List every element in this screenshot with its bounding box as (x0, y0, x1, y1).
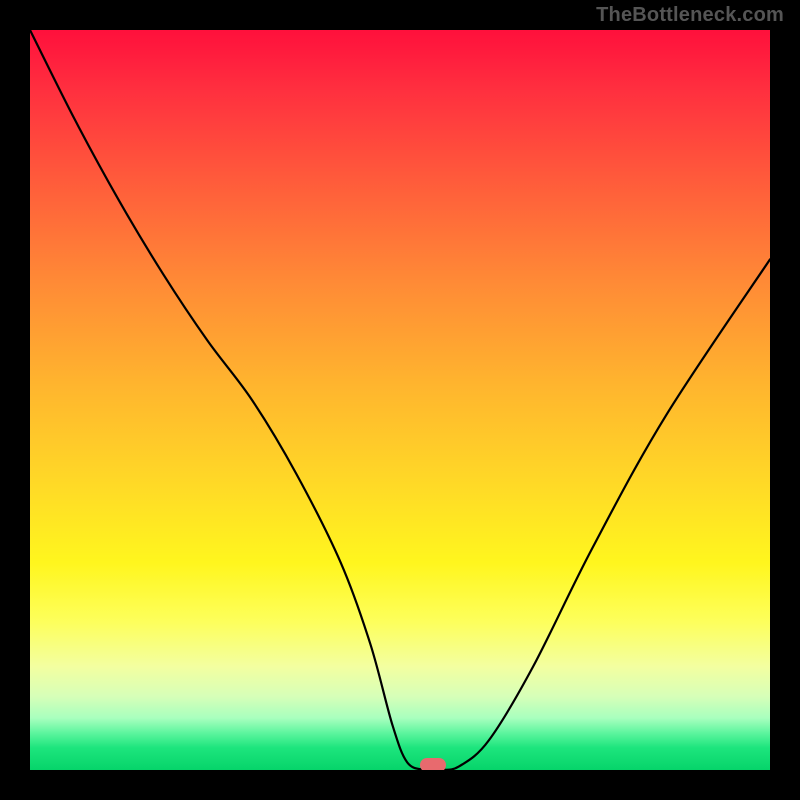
minimum-marker (420, 758, 446, 770)
curve-path (30, 30, 770, 770)
plot-area (30, 30, 770, 770)
curve-svg (30, 30, 770, 770)
chart-frame: TheBottleneck.com (0, 0, 800, 800)
watermark-text: TheBottleneck.com (596, 4, 784, 27)
